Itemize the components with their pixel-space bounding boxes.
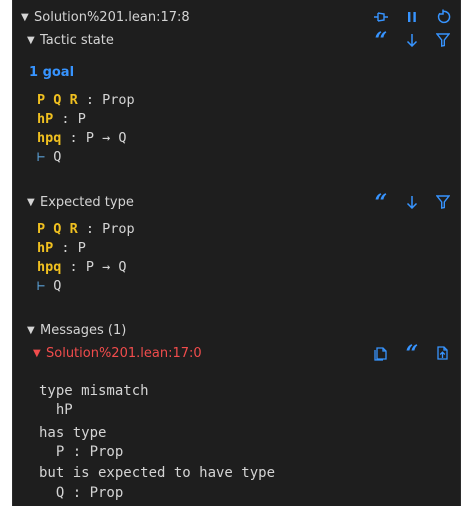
hyp-sep: : (69, 130, 78, 146)
hyp-name: Q (53, 221, 62, 237)
refresh-icon[interactable] (434, 8, 452, 26)
hyp-name: P (37, 92, 46, 108)
collapse-triangle-icon[interactable]: ▼ (27, 197, 35, 208)
pin-icon[interactable] (372, 8, 390, 26)
hyp-sep: : (85, 92, 94, 108)
pause-icon[interactable] (403, 8, 421, 26)
arrow-down-icon[interactable] (403, 31, 421, 49)
copy-to-comment-icon[interactable] (372, 344, 390, 362)
infoview-header[interactable]: ▼ Solution%201.lean:17:8 (13, 6, 460, 28)
goal-type: Q (53, 278, 62, 294)
filter-icon[interactable] (434, 193, 452, 211)
hypothesis-line[interactable]: hP : P (37, 110, 86, 129)
error-message-toolbar: “ (359, 342, 452, 365)
goal-type: Q (53, 149, 62, 165)
message-line: type mismatch (39, 383, 149, 399)
message-line: but is expected to have type (39, 465, 276, 481)
error-location-link[interactable]: Solution%201.lean:17:0 (46, 346, 202, 361)
message-line: has type (39, 425, 107, 441)
hyp-sep: : (61, 240, 70, 256)
error-message-header[interactable]: ▼ Solution%201.lean:17:0 “ (13, 342, 460, 365)
message-line: P : Prop (39, 444, 124, 460)
hyp-name: hpq (37, 259, 62, 275)
hyp-name: R (69, 221, 78, 237)
collapse-triangle-icon[interactable]: ▼ (21, 12, 29, 23)
hyp-name: Q (53, 92, 62, 108)
tactic-state-title: Tactic state (40, 32, 114, 48)
turnstile: ⊢ (37, 149, 46, 165)
hypothesis-line[interactable]: P Q R : Prop (37, 220, 135, 239)
hypothesis-line[interactable]: hP : P (37, 239, 86, 258)
go-to-location-icon[interactable] (434, 344, 452, 362)
expected-type-header[interactable]: ▼ Expected type “ (13, 191, 460, 214)
header-toolbar (359, 6, 452, 28)
hyp-name: hpq (37, 130, 62, 146)
tactic-state-toolbar: “ (359, 29, 452, 52)
hyp-type: Prop (102, 92, 135, 108)
expected-type-title: Expected type (40, 194, 134, 210)
filter-icon[interactable] (434, 31, 452, 49)
hyp-type: P (77, 240, 86, 256)
collapse-triangle-icon[interactable]: ▼ (27, 325, 35, 336)
hyp-name: hP (37, 240, 54, 256)
hyp-name: R (69, 92, 78, 108)
hyp-type: P → Q (85, 259, 127, 275)
message-line: hP (39, 402, 73, 418)
hyp-sep: : (69, 259, 78, 275)
lean-infoview-panel: ▼ Solution%201.lean:17:8 ▼ Tactic state … (12, 0, 461, 506)
hyp-sep: : (85, 221, 94, 237)
hyp-type: P → Q (85, 130, 127, 146)
turnstile: ⊢ (37, 278, 46, 294)
collapse-triangle-icon[interactable]: ▼ (33, 348, 41, 359)
hyp-type: P (77, 111, 86, 127)
quote-icon[interactable]: “ (372, 30, 390, 52)
goal-line[interactable]: ⊢ Q (37, 148, 61, 167)
tactic-state-header[interactable]: ▼ Tactic state “ (13, 29, 460, 52)
collapse-triangle-icon[interactable]: ▼ (27, 35, 35, 46)
messages-title: Messages (1) (40, 322, 127, 338)
goal-count: 1 goal (29, 65, 75, 80)
hyp-sep: : (61, 111, 70, 127)
location-title: Solution%201.lean:17:8 (34, 9, 190, 25)
quote-icon[interactable]: “ (372, 192, 390, 214)
hypothesis-line[interactable]: P Q R : Prop (37, 91, 135, 110)
hypothesis-line[interactable]: hpq : P → Q (37, 129, 126, 148)
hyp-type: Prop (102, 221, 135, 237)
messages-header[interactable]: ▼ Messages (1) (13, 319, 460, 341)
hyp-name: hP (37, 111, 54, 127)
quote-icon[interactable]: “ (403, 343, 421, 365)
message-line: Q : Prop (39, 485, 124, 501)
expected-type-toolbar: “ (359, 191, 452, 214)
arrow-down-icon[interactable] (403, 193, 421, 211)
hypothesis-line[interactable]: hpq : P → Q (37, 258, 126, 277)
goal-line[interactable]: ⊢ Q (37, 277, 61, 296)
hyp-name: P (37, 221, 46, 237)
